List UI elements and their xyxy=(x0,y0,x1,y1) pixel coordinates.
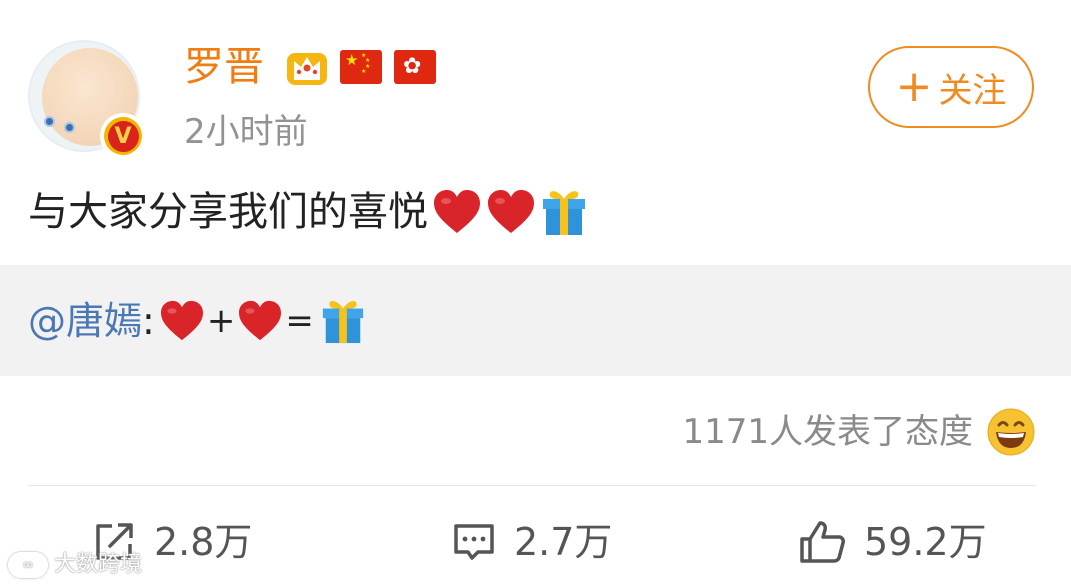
follow-button[interactable]: + 关注 xyxy=(868,46,1034,128)
heart-icon xyxy=(160,300,203,341)
grinning-face-icon xyxy=(987,408,1035,456)
follow-label: 关注 xyxy=(938,70,1007,111)
divider xyxy=(28,485,1036,486)
heart-icon xyxy=(239,300,282,341)
avatar-eye xyxy=(64,122,75,133)
thumbs-up-icon xyxy=(800,521,845,563)
repost-block[interactable]: @唐嫣 : + = xyxy=(0,265,1071,376)
share-count: 2.8万 xyxy=(154,520,253,564)
avatar-eye xyxy=(44,116,55,127)
hong-kong-flag-icon: ✿ xyxy=(394,50,436,84)
gift-icon xyxy=(322,300,363,344)
comment-icon xyxy=(454,524,494,560)
repost-separator: : xyxy=(142,299,155,343)
verified-badge-letter: V xyxy=(107,120,139,152)
crown-icon xyxy=(287,53,327,85)
watermark-text: 大数跨境 xyxy=(54,552,143,577)
comment-count: 2.7万 xyxy=(514,520,613,564)
plus-sign: + xyxy=(206,301,236,341)
weibo-post: { "author": { "name": "罗晋", "time": "2小时… xyxy=(0,0,1071,586)
heart-icon xyxy=(434,190,480,233)
repost-line: @唐嫣 : + = xyxy=(28,297,366,345)
verified-badge-icon: V xyxy=(100,113,146,159)
reactions-text: 1171人发表了态度 xyxy=(682,412,973,452)
watermark: ∞ 大数跨境 xyxy=(8,550,142,580)
post-text: 与大家分享我们的喜悦 xyxy=(28,189,428,235)
heart-icon xyxy=(488,190,534,233)
author-name[interactable]: 罗晋 xyxy=(184,42,264,92)
post-content[interactable]: 与大家分享我们的喜悦 xyxy=(28,186,588,238)
watermark-logo-icon: ∞ xyxy=(8,552,48,578)
like-count: 59.2万 xyxy=(864,520,987,564)
plus-icon: + xyxy=(895,61,933,112)
reactions-summary[interactable]: 1171人发表了态度 xyxy=(682,408,1035,456)
equals-sign: = xyxy=(285,301,314,341)
comment-button[interactable]: 2.7万 xyxy=(452,518,612,566)
china-flag-icon: ★ ★ ★ ★ ★ xyxy=(340,50,382,84)
post-time: 2小时前 xyxy=(184,112,308,152)
like-button[interactable]: 59.2万 xyxy=(798,518,987,566)
gift-icon xyxy=(543,191,585,235)
mention-link[interactable]: @唐嫣 xyxy=(28,297,142,345)
